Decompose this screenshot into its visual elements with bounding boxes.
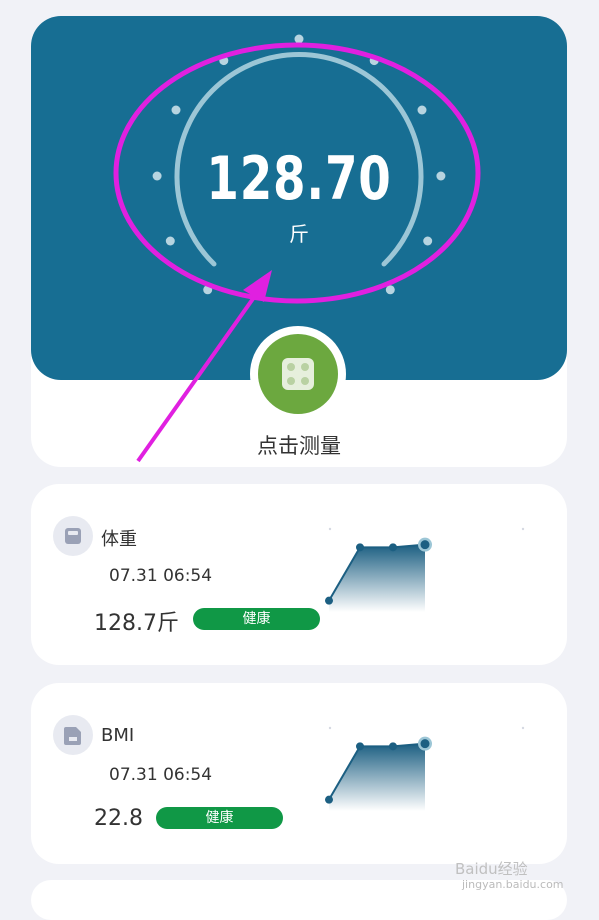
trend-area bbox=[329, 544, 425, 612]
metric-card-bmi[interactable]: BMI 07.31 06:54 22.8 健康 bbox=[31, 683, 567, 864]
metric-title: 体重 bbox=[101, 529, 137, 550]
trend-guide-dot bbox=[521, 726, 525, 730]
gauge-dot bbox=[385, 285, 395, 295]
weight-icon bbox=[53, 516, 93, 556]
status-badge: 健康 bbox=[193, 608, 320, 630]
trend-point bbox=[420, 739, 430, 749]
trend-guide-dot bbox=[328, 527, 332, 531]
bmi-icon bbox=[53, 715, 93, 755]
status-badge: 健康 bbox=[156, 807, 283, 829]
metric-title: BMI bbox=[101, 725, 135, 746]
metric-value: 22.8 bbox=[94, 806, 143, 831]
trend-point bbox=[356, 543, 364, 552]
trend-area bbox=[329, 743, 425, 811]
scale-icon bbox=[258, 334, 338, 414]
trend-guide-dot bbox=[521, 527, 525, 531]
measure-button[interactable] bbox=[250, 326, 346, 422]
metric-value: 128.7斤 bbox=[94, 611, 179, 636]
hero-card: 128.70 斤 点击测量 bbox=[31, 16, 567, 467]
trend-chart bbox=[325, 726, 525, 811]
trend-guide-dot bbox=[328, 726, 332, 730]
trend-point bbox=[356, 742, 364, 751]
measure-label[interactable]: 点击测量 bbox=[31, 430, 567, 460]
gauge-dot bbox=[369, 56, 379, 66]
trend-point bbox=[325, 795, 333, 804]
watermark-url: jingyan.baidu.com bbox=[462, 878, 564, 891]
trend-point bbox=[389, 742, 397, 751]
gauge-dot bbox=[294, 34, 304, 44]
metric-time: 07.31 06:54 bbox=[109, 566, 213, 586]
watermark-brand: Baidu经验 bbox=[455, 860, 528, 878]
trend-point bbox=[420, 540, 430, 550]
weight-value: 128.70 bbox=[206, 144, 392, 214]
trend-point bbox=[389, 543, 397, 552]
metric-time: 07.31 06:54 bbox=[109, 765, 213, 785]
trend-chart bbox=[325, 527, 525, 612]
gauge-dot bbox=[417, 105, 427, 115]
trend-point bbox=[325, 596, 333, 605]
gauge-dot bbox=[203, 285, 213, 295]
gauge-dot bbox=[171, 105, 181, 115]
metric-card-weight[interactable]: 体重 07.31 06:54 128.7斤 健康 bbox=[31, 484, 567, 665]
gauge-dot bbox=[219, 56, 229, 66]
weight-unit: 斤 bbox=[289, 222, 309, 246]
